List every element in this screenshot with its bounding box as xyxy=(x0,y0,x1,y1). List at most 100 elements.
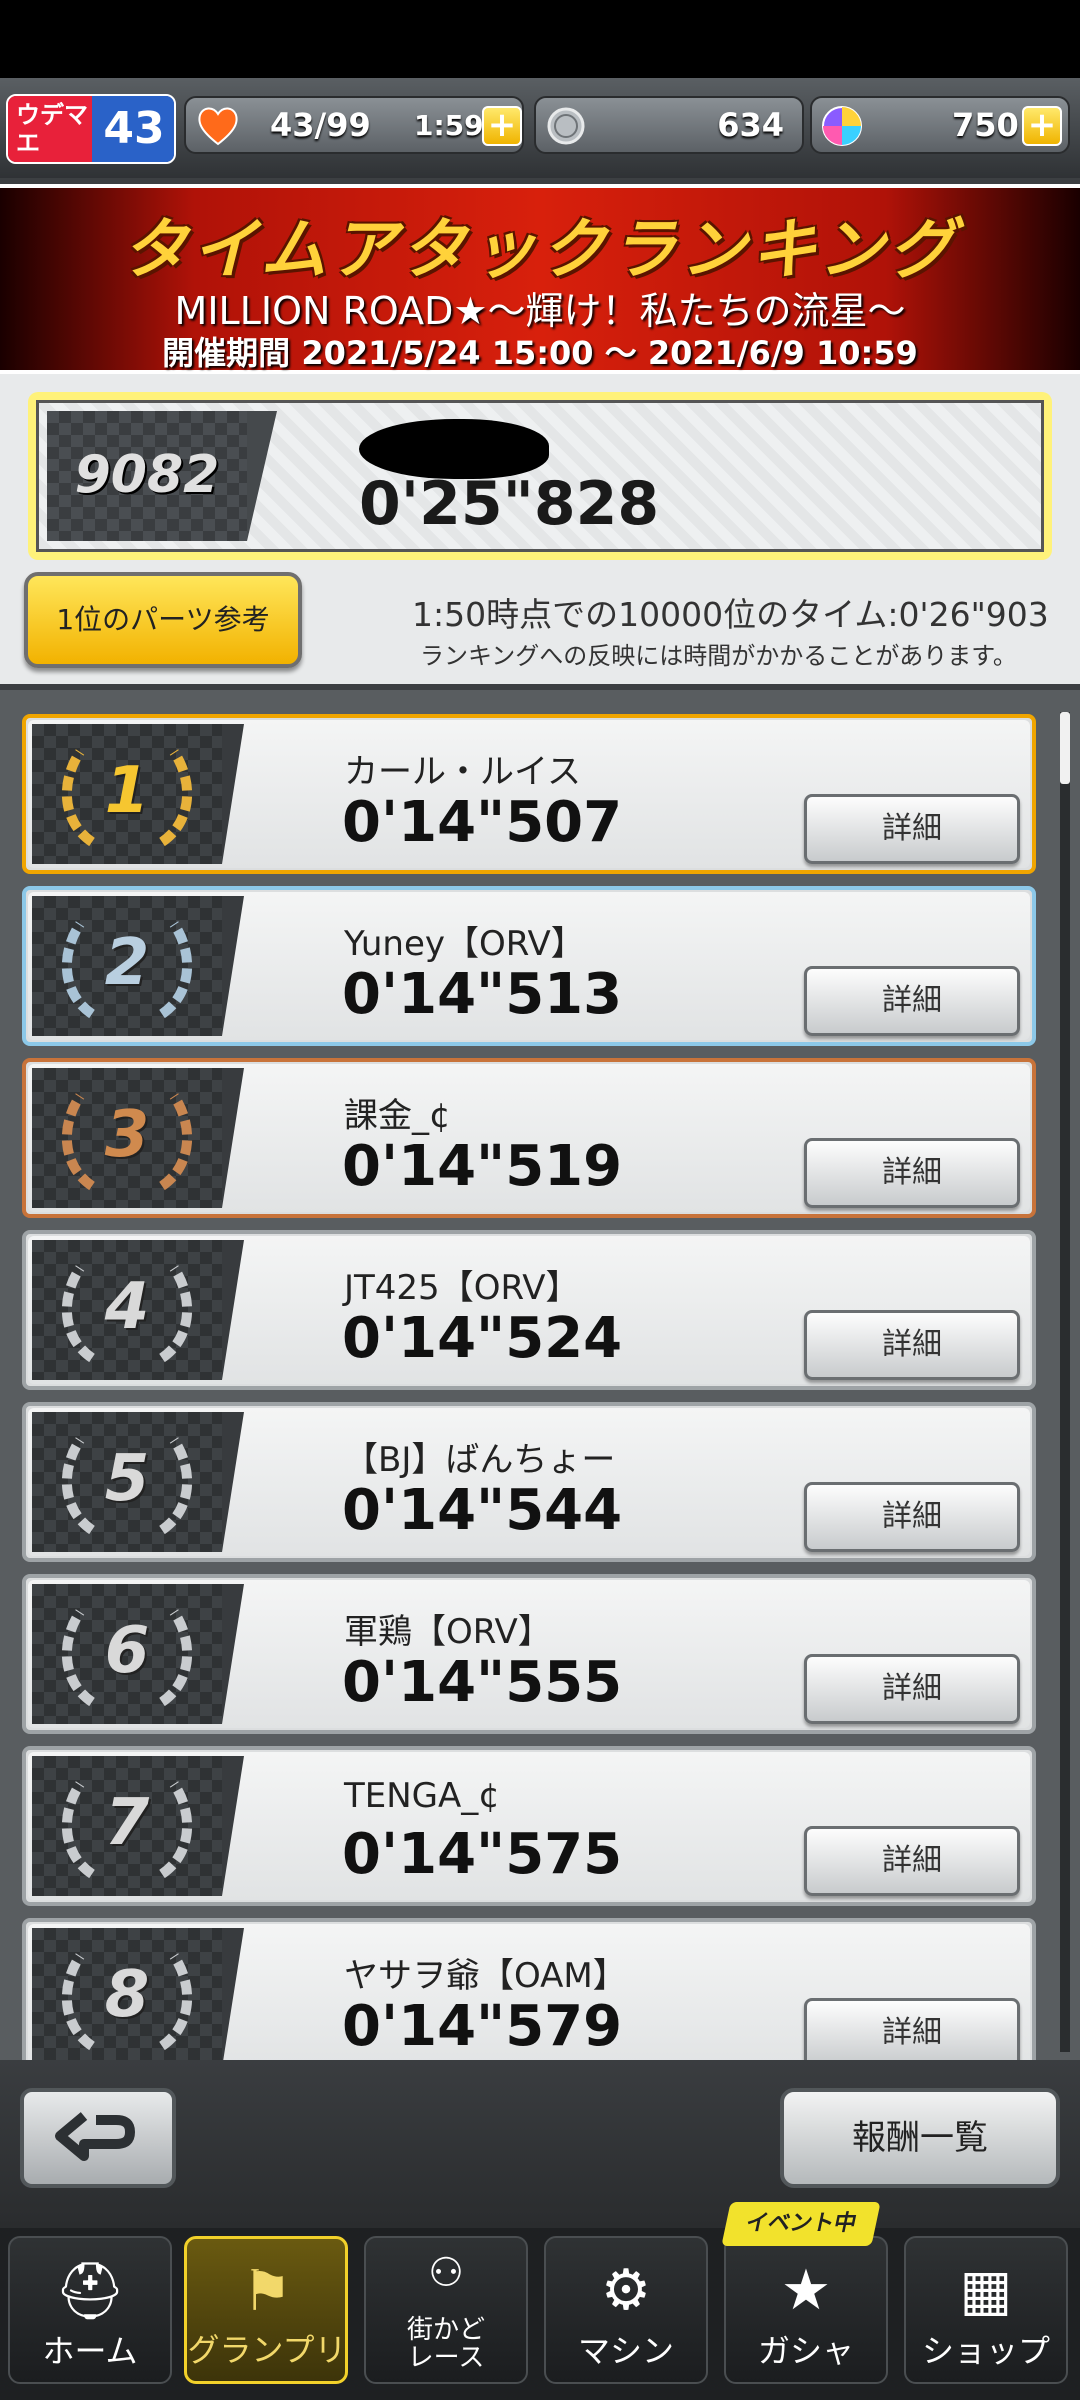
player-time: 0'14"519 xyxy=(342,1134,623,1199)
toolbox-icon: ⛑ xyxy=(54,2259,126,2324)
player-name: 軍鶏【ORV】 xyxy=(344,1612,552,1652)
bottom-nav: ⛑ ホーム ⚑ グランプリ ⚇ 街かど レース ⚙ マシン ★ ガシャ ▦ ショ… xyxy=(0,2228,1080,2400)
ranking-list[interactable]: 1 カール・ルイス 0'14"507 詳細 2 Yuney【ORV】 0'14"… xyxy=(0,690,1080,2060)
rank-badge: 5 xyxy=(32,1412,244,1552)
reward-list-button[interactable]: 報酬一覧 xyxy=(780,2088,1060,2188)
detail-button[interactable]: 詳細 xyxy=(804,794,1020,864)
rank-number: 8 xyxy=(104,1958,150,2032)
ranking-delay-note: ランキングへの反映には時間がかかることがあります。 xyxy=(420,642,1017,670)
rank-number: 6 xyxy=(104,1614,150,1688)
ranking-row[interactable]: 7 TENGA_¢ 0'14"575 詳細 xyxy=(22,1746,1036,1906)
event-banner: タイムアタックランキング MILLION ROAD★〜輝け！私たちの流星〜 開催… xyxy=(0,184,1080,374)
rank-badge: 1 xyxy=(32,724,244,864)
player-time: 0'14"544 xyxy=(342,1478,623,1543)
banner-subtitle: MILLION ROAD★〜輝け！私たちの流星〜 xyxy=(174,289,906,333)
player-time: 0'14"555 xyxy=(342,1650,623,1715)
my-time: 0'25"828 xyxy=(359,469,660,539)
rank-badge: 8 xyxy=(32,1928,244,2060)
coin-pill: 634 xyxy=(534,96,804,154)
rank-badge: 2 xyxy=(32,896,244,1036)
ranking-row[interactable]: 4 JT425【ORV】 0'14"524 詳細 xyxy=(22,1230,1036,1390)
my-rank-card: 9082 0'25"828 xyxy=(28,392,1052,560)
stamina-timer: 1:59 xyxy=(414,109,484,142)
player-time: 0'14"579 xyxy=(342,1994,623,2059)
player-name: Yuney【ORV】 xyxy=(344,924,585,964)
ranking-row[interactable]: 3 課金_¢ 0'14"519 詳細 xyxy=(22,1058,1036,1218)
banner-period: 開催期間 2021/5/24 15:00 〜 2021/6/9 10:59 xyxy=(162,334,918,372)
back-arrow-icon xyxy=(55,2112,135,2161)
add-stamina-button[interactable]: + xyxy=(482,106,522,146)
car-icon: ⚙ xyxy=(600,2258,652,2323)
nav-shop[interactable]: ▦ ショップ xyxy=(904,2236,1068,2384)
rank-badge: 7 xyxy=(32,1756,244,1896)
rank-badge: 3 xyxy=(32,1068,244,1208)
scrollbar-thumb[interactable] xyxy=(1060,712,1070,784)
rank-number: 2 xyxy=(104,926,150,1000)
detail-button[interactable]: 詳細 xyxy=(804,1826,1020,1896)
player-name: カール・ルイス xyxy=(344,752,581,792)
player-time: 0'14"507 xyxy=(342,790,623,855)
rank-number: 1 xyxy=(104,754,150,828)
player-time: 0'14"575 xyxy=(342,1822,623,1887)
nav-label: ショップ xyxy=(921,2332,1050,2370)
gem-icon xyxy=(822,106,862,146)
nav-label: 街かど レース xyxy=(406,2315,485,2373)
player-name: 【BJ】ばんちょー xyxy=(344,1440,616,1480)
banner-title: タイムアタックランキング xyxy=(121,211,959,288)
nav-machine[interactable]: ⚙ マシン xyxy=(544,2236,708,2384)
my-rank-box: 9082 xyxy=(47,411,277,541)
shop-icon: ▦ xyxy=(959,2258,1013,2323)
rank-10000-time-note: 1:50時点での10000位のタイム:0'26"903 xyxy=(412,595,1049,634)
ranking-row[interactable]: 5 【BJ】ばんちょー 0'14"544 詳細 xyxy=(22,1402,1036,1562)
nav-label: グランプリ xyxy=(187,2331,347,2369)
nav-grandprix[interactable]: ⚑ グランプリ xyxy=(184,2236,348,2384)
ranking-row[interactable]: 8 ヤサヲ爺【OAM】 0'14"579 詳細 xyxy=(22,1918,1036,2060)
player-time: 0'14"513 xyxy=(342,962,623,1027)
udemae-badge: ウデマエ 43 xyxy=(6,94,176,164)
detail-button[interactable]: 詳細 xyxy=(804,1310,1020,1380)
my-rank-number: 9082 xyxy=(74,445,220,505)
ranking-row[interactable]: 2 Yuney【ORV】 0'14"513 詳細 xyxy=(22,886,1036,1046)
nav-label: マシン xyxy=(577,2332,674,2370)
star-laurel-icon: ★ xyxy=(780,2258,832,2323)
event-ongoing-tag: イベント中 xyxy=(721,2202,881,2246)
heart-icon xyxy=(198,107,238,146)
add-gem-button[interactable]: + xyxy=(1022,106,1062,146)
nav-gacha[interactable]: ★ ガシャ xyxy=(724,2236,888,2384)
ranking-row[interactable]: 1 カール・ルイス 0'14"507 詳細 xyxy=(22,714,1036,874)
rank-number: 3 xyxy=(104,1098,150,1172)
detail-button[interactable]: 詳細 xyxy=(804,1138,1020,1208)
coin-icon xyxy=(547,107,585,145)
top-parts-reference-button[interactable]: 1位のパーツ参考 xyxy=(24,572,302,668)
gem-value: 750 xyxy=(952,106,1019,144)
status-bar xyxy=(0,0,1080,78)
nav-home[interactable]: ⛑ ホーム xyxy=(8,2236,172,2384)
coin-value: 634 xyxy=(717,106,784,144)
detail-button[interactable]: 詳細 xyxy=(804,966,1020,1036)
rank-number: 5 xyxy=(104,1442,150,1516)
street-race-icon: ⚇ xyxy=(428,2250,464,2296)
checkered-flag-icon: ⚑ xyxy=(241,2259,293,2324)
scrollbar-track[interactable] xyxy=(1060,712,1070,2052)
stamina-pill: 43/99 1:59 + xyxy=(184,96,524,154)
udemae-level: 43 xyxy=(92,96,174,162)
nav-label: ガシャ xyxy=(757,2332,854,2370)
udemae-label: ウデマエ xyxy=(8,96,92,162)
detail-button[interactable]: 詳細 xyxy=(804,1998,1020,2060)
rank-number: 7 xyxy=(104,1786,150,1860)
detail-button[interactable]: 詳細 xyxy=(804,1482,1020,1552)
nav-street-race[interactable]: ⚇ 街かど レース xyxy=(364,2236,528,2384)
rank-badge: 4 xyxy=(32,1240,244,1380)
player-name: TENGA_¢ xyxy=(344,1776,500,1816)
detail-button[interactable]: 詳細 xyxy=(804,1654,1020,1724)
gem-pill: 750 + xyxy=(810,96,1070,154)
nav-label: ホーム xyxy=(42,2332,138,2370)
player-time: 0'14"524 xyxy=(342,1306,623,1371)
stamina-value: 43/99 xyxy=(270,106,371,144)
back-button[interactable] xyxy=(20,2088,176,2188)
rank-badge: 6 xyxy=(32,1584,244,1724)
player-name: 課金_¢ xyxy=(344,1096,451,1136)
player-name: JT425【ORV】 xyxy=(344,1268,580,1308)
player-name: ヤサヲ爺【OAM】 xyxy=(344,1956,627,1996)
ranking-row[interactable]: 6 軍鶏【ORV】 0'14"555 詳細 xyxy=(22,1574,1036,1734)
